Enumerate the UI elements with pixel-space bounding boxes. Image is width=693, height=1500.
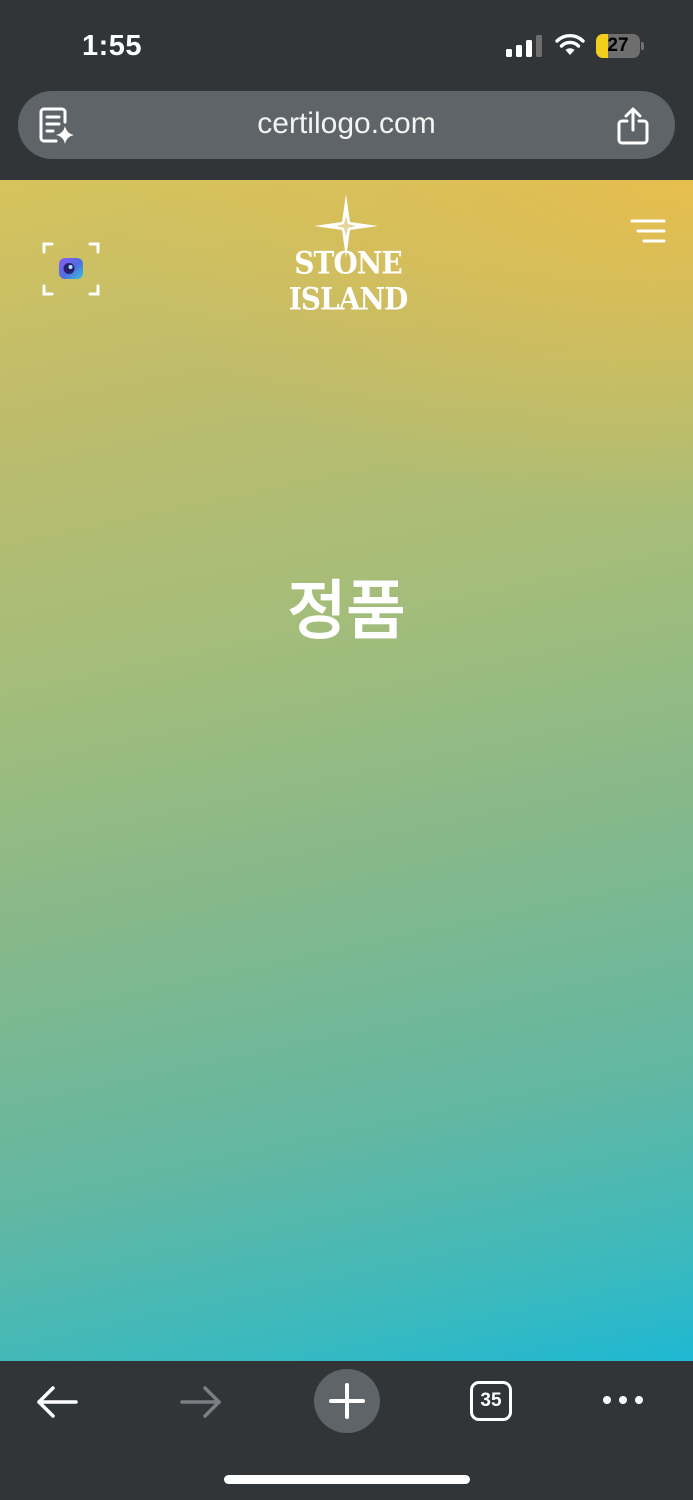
- arrow-left-icon[interactable]: [34, 1383, 80, 1421]
- battery-indicator: 27: [596, 34, 644, 58]
- authenticity-status: 정품: [287, 575, 406, 647]
- battery-cap: [641, 42, 644, 50]
- hamburger-menu-icon[interactable]: [628, 218, 666, 244]
- status-bar: 1:55 27: [0, 0, 693, 90]
- wifi-icon: [555, 34, 585, 55]
- plus-icon: [329, 1383, 365, 1419]
- browser-toolbar: 35: [0, 1361, 693, 1500]
- status-time: 1:55: [82, 30, 143, 62]
- url-text[interactable]: certilogo.com: [18, 91, 675, 159]
- tabs-button[interactable]: 35: [470, 1381, 512, 1421]
- address-bar[interactable]: certilogo.com: [18, 91, 675, 159]
- home-indicator[interactable]: [224, 1475, 470, 1484]
- share-icon[interactable]: [616, 107, 650, 145]
- battery-body: 27: [596, 34, 640, 58]
- web-content: STONE ISLAND 정품: [0, 180, 693, 1361]
- tab-count: 35: [480, 1390, 502, 1411]
- ellipsis-icon[interactable]: [602, 1391, 644, 1409]
- brand-logo-text: STONE ISLAND: [288, 244, 409, 318]
- battery-level: 27: [607, 35, 629, 56]
- brand-logo: STONE ISLAND: [238, 194, 458, 317]
- new-tab-button[interactable]: [314, 1369, 380, 1433]
- arrow-right-icon[interactable]: [178, 1383, 224, 1421]
- scan-camera-icon[interactable]: [40, 238, 102, 300]
- cellular-signal-icon: [506, 35, 542, 57]
